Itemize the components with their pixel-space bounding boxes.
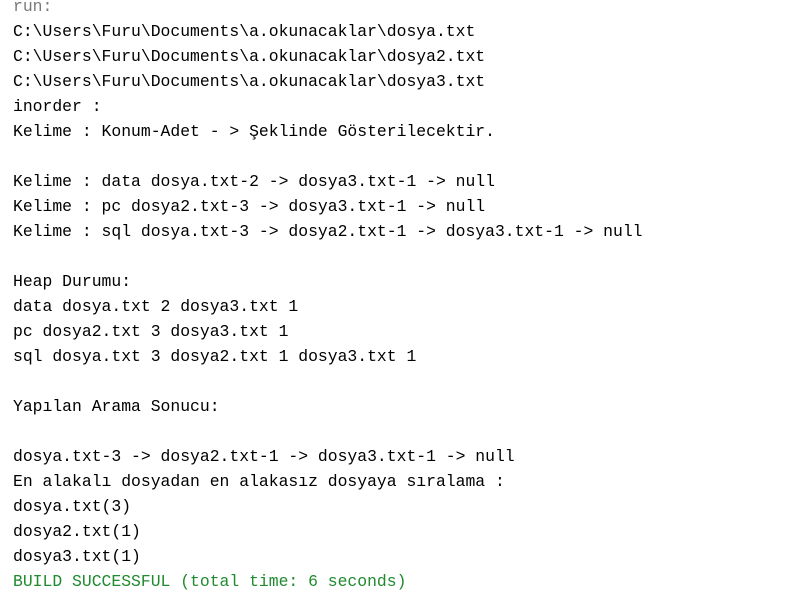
console-line: dosya.txt-3 -> dosya2.txt-1 -> dosya3.tx…	[13, 447, 515, 466]
console-line: Kelime : data dosya.txt-2 -> dosya3.txt-…	[13, 172, 495, 191]
output-console[interactable]: run: C:\Users\Furu\Documents\a.okunacakl…	[0, 0, 809, 596]
console-line: run:	[13, 0, 53, 16]
console-line: inorder :	[13, 97, 102, 116]
console-line: data dosya.txt 2 dosya3.txt 1	[13, 297, 299, 316]
console-line: dosya.txt(3)	[13, 497, 132, 516]
console-line: En alakalı dosyadan en alakasız dosyaya …	[13, 472, 505, 491]
console-line: Kelime : sql dosya.txt-3 -> dosya2.txt-1…	[13, 222, 643, 241]
console-line: Kelime : Konum-Adet - > Şeklinde Gösteri…	[13, 122, 495, 141]
console-line: Heap Durumu:	[13, 272, 132, 291]
console-line: C:\Users\Furu\Documents\a.okunacaklar\do…	[13, 47, 486, 66]
console-line: pc dosya2.txt 3 dosya3.txt 1	[13, 322, 289, 341]
console-line: Kelime : pc dosya2.txt-3 -> dosya3.txt-1…	[13, 197, 486, 216]
console-line: C:\Users\Furu\Documents\a.okunacaklar\do…	[13, 72, 486, 91]
build-status-line: BUILD SUCCESSFUL (total time: 6 seconds)	[13, 572, 407, 591]
console-line: dosya2.txt(1)	[13, 522, 141, 541]
console-line: sql dosya.txt 3 dosya2.txt 1 dosya3.txt …	[13, 347, 417, 366]
console-line: Yapılan Arama Sonucu:	[13, 397, 220, 416]
console-line: dosya3.txt(1)	[13, 547, 141, 566]
console-line: C:\Users\Furu\Documents\a.okunacaklar\do…	[13, 22, 476, 41]
